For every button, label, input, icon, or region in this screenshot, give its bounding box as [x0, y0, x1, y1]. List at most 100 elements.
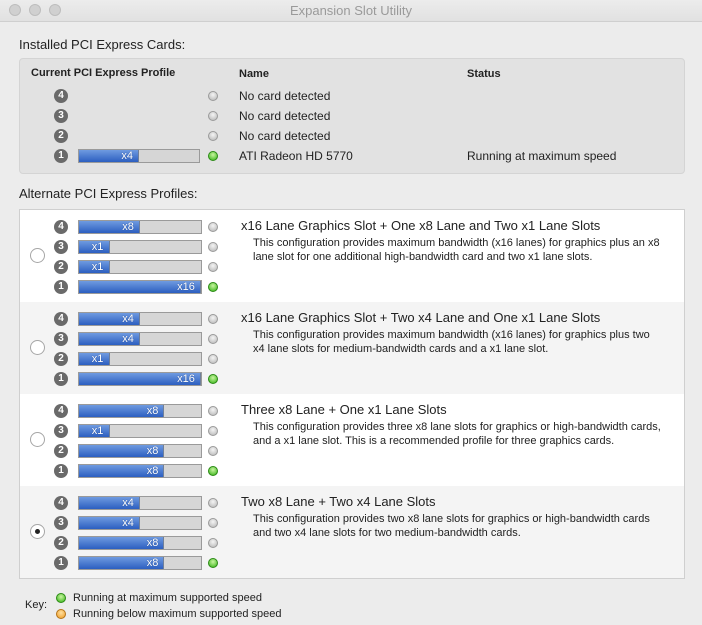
green-led-icon: [208, 151, 218, 161]
slot-number-badge: 4: [54, 89, 68, 103]
lane-bar: x8: [78, 404, 202, 418]
slot-number-badge: 2: [54, 536, 68, 550]
profile-radio[interactable]: [30, 524, 45, 539]
green-led-icon: [208, 466, 218, 476]
gray-led-icon: [208, 354, 218, 364]
key-label: Key:: [25, 599, 48, 611]
lane-label: x8: [146, 465, 159, 477]
lane-label: x1: [91, 241, 104, 253]
lane-label: x8: [146, 405, 159, 417]
key-item-max-speed: Running at maximum supported speed: [73, 592, 262, 604]
header-profile: Current PCI Express Profile: [31, 67, 176, 79]
gray-led-icon: [208, 406, 218, 416]
slot-number-badge: 3: [54, 516, 68, 530]
lane-bar: x8: [78, 464, 202, 478]
lane-bar: x8: [78, 556, 202, 570]
gray-led-icon: [208, 222, 218, 232]
lane-label: x8: [146, 445, 159, 457]
slot-number-badge: 4: [54, 496, 68, 510]
key-item-below-speed: Running below maximum supported speed: [73, 608, 282, 620]
lane-label: x1: [91, 425, 104, 437]
slot-number-badge: 1: [54, 280, 68, 294]
slot-number-badge: 3: [54, 332, 68, 346]
lane-bar: x4: [78, 149, 200, 163]
header-name: Name: [239, 68, 269, 80]
profile-radio[interactable]: [30, 248, 45, 263]
gray-led-icon: [208, 538, 218, 548]
gray-led-icon: [208, 262, 218, 272]
gray-led-icon: [208, 91, 218, 101]
lane-label: x8: [146, 557, 159, 569]
lane-bar: x4: [78, 496, 202, 510]
gray-led-icon: [208, 242, 218, 252]
gray-led-icon: [208, 498, 218, 508]
lane-label: x4: [121, 150, 133, 162]
green-led-icon: [208, 374, 218, 384]
profile-title: x16 Lane Graphics Slot + One x8 Lane and…: [241, 218, 601, 233]
green-led-icon: [208, 558, 218, 568]
lane-bar: x16: [78, 372, 202, 386]
card-status: Running at maximum speed: [467, 149, 617, 163]
lane-label: x1: [91, 353, 104, 365]
lane-label: x16: [177, 373, 195, 385]
alternate-section-title: Alternate PCI Express Profiles:: [19, 186, 198, 201]
window-title: Expansion Slot Utility: [289, 3, 413, 18]
gray-led-icon: [208, 446, 218, 456]
profile-description: This configuration provides maximum band…: [253, 237, 660, 263]
lane-bar: x4: [78, 312, 202, 326]
profile-description: This configuration provides three x8 lan…: [253, 421, 661, 447]
slot-number-badge: 2: [54, 129, 68, 143]
lane-bar: x1: [78, 240, 202, 254]
lane-label: x4: [122, 313, 134, 325]
profile-radio[interactable]: [30, 432, 45, 447]
slot-number-badge: 4: [54, 220, 68, 234]
slot-number-badge: 1: [54, 464, 68, 478]
green-led-icon: [56, 593, 66, 603]
lane-label: x8: [122, 221, 134, 233]
slot-number-badge: 4: [54, 312, 68, 326]
lane-bar: x1: [78, 352, 202, 366]
lane-bar: x4: [78, 332, 202, 346]
profile-title: x16 Lane Graphics Slot + Two x4 Lane and…: [241, 310, 601, 325]
lane-bar: x4: [78, 516, 202, 530]
card-name: No card detected: [239, 109, 331, 123]
header-status: Status: [467, 68, 501, 80]
orange-led-icon: [56, 609, 66, 619]
lane-label: x4: [122, 497, 134, 509]
card-name: No card detected: [239, 89, 331, 103]
lane-label: x16: [177, 281, 195, 293]
gray-led-icon: [208, 111, 218, 121]
green-led-icon: [208, 282, 218, 292]
profile-title: Two x8 Lane + Two x4 Lane Slots: [241, 494, 436, 509]
lane-label: x1: [91, 261, 104, 273]
slot-number-badge: 4: [54, 404, 68, 418]
profile-description: This configuration provides maximum band…: [253, 329, 650, 355]
profile-radio[interactable]: [30, 340, 45, 355]
gray-led-icon: [208, 518, 218, 528]
lane-label: x8: [146, 537, 159, 549]
profile-description: This configuration provides two x8 lane …: [253, 513, 650, 539]
slot-number-badge: 3: [54, 240, 68, 254]
lane-bar: x8: [78, 444, 202, 458]
slot-number-badge: 1: [54, 372, 68, 386]
profile-title: Three x8 Lane + One x1 Lane Slots: [241, 402, 447, 417]
lane-label: x4: [122, 333, 134, 345]
slot-number-badge: 2: [54, 260, 68, 274]
slot-number-badge: 2: [54, 352, 68, 366]
slot-number-badge: 2: [54, 444, 68, 458]
lane-bar: x1: [78, 424, 202, 438]
lane-bar: x16: [78, 280, 202, 294]
slot-number-badge: 1: [54, 149, 68, 163]
gray-led-icon: [208, 334, 218, 344]
card-name: No card detected: [239, 129, 331, 143]
lane-label: x4: [122, 517, 134, 529]
installed-section-title: Installed PCI Express Cards:: [19, 37, 186, 52]
slot-number-badge: 3: [54, 424, 68, 438]
slot-number-badge: 1: [54, 556, 68, 570]
card-name: ATI Radeon HD 5770: [239, 149, 353, 163]
gray-led-icon: [208, 314, 218, 324]
lane-bar: x8: [78, 220, 202, 234]
gray-led-icon: [208, 426, 218, 436]
lane-bar: x8: [78, 536, 202, 550]
slot-number-badge: 3: [54, 109, 68, 123]
